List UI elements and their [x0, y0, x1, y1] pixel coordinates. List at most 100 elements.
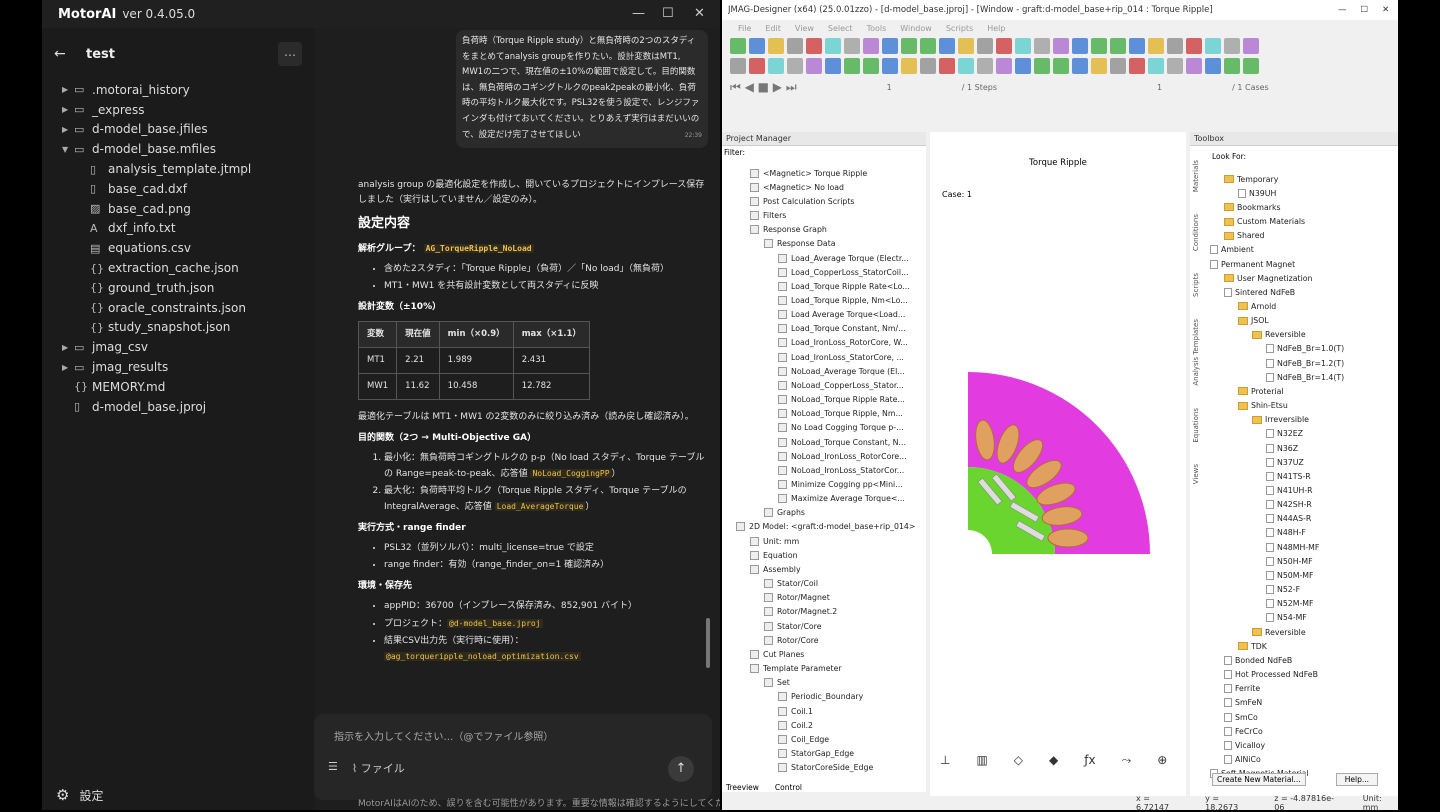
toolbar-button-icon[interactable] — [1243, 38, 1259, 54]
toolbar-button-icon[interactable] — [749, 58, 765, 74]
tree-item[interactable]: StatorCoreSide_Edge — [722, 761, 918, 775]
material-item[interactable]: NdFeB_Br=1.2(T) — [1210, 356, 1386, 370]
tree-item[interactable]: Graphs — [722, 506, 918, 520]
toolbar-button-icon[interactable] — [996, 58, 1012, 74]
material-item[interactable]: N52-F — [1210, 583, 1386, 597]
tree-item[interactable]: StatorGap_Edge — [722, 746, 918, 760]
toolbar-button-icon[interactable] — [806, 58, 822, 74]
toolbar-button-icon[interactable] — [1167, 58, 1183, 74]
file-tree-item[interactable]: {} study_snapshot.json — [42, 318, 314, 338]
material-item[interactable]: Vicalloy — [1210, 738, 1386, 752]
toolbar-button-icon[interactable] — [1034, 58, 1050, 74]
tree-item[interactable]: Stator/Coil — [722, 577, 918, 591]
file-tree-item[interactable]: {} oracle_constraints.json — [42, 298, 314, 318]
toolbar-button-icon[interactable] — [1224, 38, 1240, 54]
erase-icon[interactable]: ◇ — [1014, 753, 1023, 768]
side-tab[interactable]: Equations — [1192, 408, 1200, 443]
send-button[interactable]: ↑ — [668, 756, 694, 782]
material-item[interactable]: N44AS-R — [1210, 512, 1386, 526]
model-view[interactable]: Torque Ripple Case: 1 ⊥ ▥ ◇ ◆ ƒx ⤳ ⊕ — [930, 132, 1186, 796]
material-item[interactable]: Shared — [1210, 229, 1386, 243]
toolbar-button-icon[interactable] — [844, 58, 860, 74]
toolbar-button-icon[interactable] — [1053, 38, 1069, 54]
tree-item[interactable]: Coil.1 — [722, 704, 918, 718]
material-item[interactable]: NdFeB_Br=1.0(T) — [1210, 342, 1386, 356]
tree-item[interactable]: Load_Torque Ripple Rate<Lo... — [722, 279, 918, 293]
toolbar-button-icon[interactable] — [1015, 58, 1031, 74]
material-item[interactable]: Bonded NdFeB — [1210, 653, 1386, 667]
toolbar-button-icon[interactable] — [958, 38, 974, 54]
material-item[interactable]: N48MH-MF — [1210, 540, 1386, 554]
tree-item[interactable]: Stator/Core — [722, 619, 918, 633]
menu-item[interactable]: Scripts — [946, 24, 973, 33]
toolbar-button-icon[interactable] — [1072, 38, 1088, 54]
material-item[interactable]: N50H-MF — [1210, 554, 1386, 568]
toolbar-button-icon[interactable] — [787, 38, 803, 54]
toolbar-button-icon[interactable] — [996, 38, 1012, 54]
tree-item[interactable]: Periodic_Boundary — [722, 690, 918, 704]
menu-item[interactable]: Window — [900, 24, 932, 33]
function-icon[interactable]: ƒx — [1084, 753, 1095, 768]
toolbar-button-icon[interactable] — [768, 58, 784, 74]
toolbar-button-icon[interactable] — [730, 38, 746, 54]
tree-item[interactable]: Template Parameter — [722, 661, 918, 675]
tree-item[interactable]: Minimize Cogging pp<Mini... — [722, 477, 918, 491]
path-icon[interactable]: ⤳ — [1122, 753, 1132, 768]
toolbar-button-icon[interactable] — [825, 38, 841, 54]
tree-item[interactable]: Assembly — [722, 562, 918, 576]
sliders-icon[interactable]: ☰ — [328, 760, 338, 776]
message-input-box[interactable]: 指示を入力してください…（@でファイル参照） ☰ ⌇ ファイル ↑ — [314, 714, 712, 800]
toolbar-button-icon[interactable] — [787, 58, 803, 74]
tree-item[interactable]: <Magnetic> No load — [722, 180, 918, 194]
tab-treeview[interactable]: Treeview — [726, 783, 759, 792]
material-item[interactable]: N42SH-R — [1210, 498, 1386, 512]
toolbar-button-icon[interactable] — [1034, 38, 1050, 54]
toolbar-button-icon[interactable] — [977, 58, 993, 74]
material-item[interactable]: N54-MF — [1210, 611, 1386, 625]
file-tree-item[interactable]: {} extraction_cache.json — [42, 258, 314, 278]
toolbar-button-icon[interactable] — [1205, 58, 1221, 74]
menu-item[interactable]: Help — [987, 24, 1005, 33]
material-item[interactable]: N37UZ — [1210, 455, 1386, 469]
toolbar-button-icon[interactable] — [882, 38, 898, 54]
tree-item[interactable]: NoLoad_IronLoss_RotorCore... — [722, 449, 918, 463]
filter-field[interactable]: Filter: — [722, 148, 926, 162]
tree-item[interactable]: Rotor/Magnet — [722, 591, 918, 605]
material-item[interactable]: JSOL — [1210, 314, 1386, 328]
lookfor-field[interactable]: Look For: — [1212, 152, 1246, 161]
close-icon[interactable]: ✕ — [694, 6, 705, 21]
side-tab[interactable]: Scripts — [1192, 273, 1200, 297]
material-item[interactable]: Temporary — [1210, 172, 1386, 186]
tree-item[interactable]: Load_Torque Ripple, Nm<Lo... — [722, 293, 918, 307]
material-item[interactable]: TDK — [1210, 639, 1386, 653]
toolbar-button-icon[interactable] — [1110, 38, 1126, 54]
material-item[interactable]: N36Z — [1210, 441, 1386, 455]
toolbar-button-icon[interactable] — [863, 58, 879, 74]
toolbar-button-icon[interactable] — [1167, 38, 1183, 54]
side-tab[interactable]: Conditions — [1192, 214, 1200, 251]
tree-item[interactable]: Cut Planes — [722, 647, 918, 661]
file-tree-item[interactable]: Adxf_info.txt — [42, 219, 314, 239]
globe-icon[interactable]: ⊕ — [1157, 753, 1167, 768]
material-item[interactable]: Sintered NdFeB — [1210, 285, 1386, 299]
material-item[interactable]: NdFeB_Br=1.4(T) — [1210, 370, 1386, 384]
tree-item[interactable]: Response Graph — [722, 223, 918, 237]
tree-item[interactable]: Load Average Torque<Load... — [722, 308, 918, 322]
material-item[interactable]: FeCrCo — [1210, 724, 1386, 738]
toolbar-button-icon[interactable] — [901, 38, 917, 54]
material-item[interactable]: N48H-F — [1210, 526, 1386, 540]
toolbar-button-icon[interactable] — [882, 58, 898, 74]
settings-button[interactable]: ⚙ 設定 — [56, 786, 103, 804]
axis-icon[interactable]: ⊥ — [940, 753, 950, 768]
tree-item[interactable]: Maximize Average Torque<... — [722, 492, 918, 506]
menu-item[interactable]: File — [738, 24, 751, 33]
tree-item[interactable]: NoLoad_Average Torque (El... — [722, 364, 918, 378]
side-tab[interactable]: Views — [1192, 464, 1200, 484]
maximize-icon[interactable]: ☐ — [1361, 5, 1369, 15]
menu-item[interactable]: View — [795, 24, 814, 33]
toolbar-button-icon[interactable] — [825, 58, 841, 74]
toolbar-button-icon[interactable] — [768, 38, 784, 54]
case-value[interactable]: 1 — [1157, 83, 1162, 92]
file-tree-item[interactable]: ▤ equations.csv — [42, 238, 314, 258]
side-tab[interactable]: Analysis Templates — [1192, 319, 1200, 386]
